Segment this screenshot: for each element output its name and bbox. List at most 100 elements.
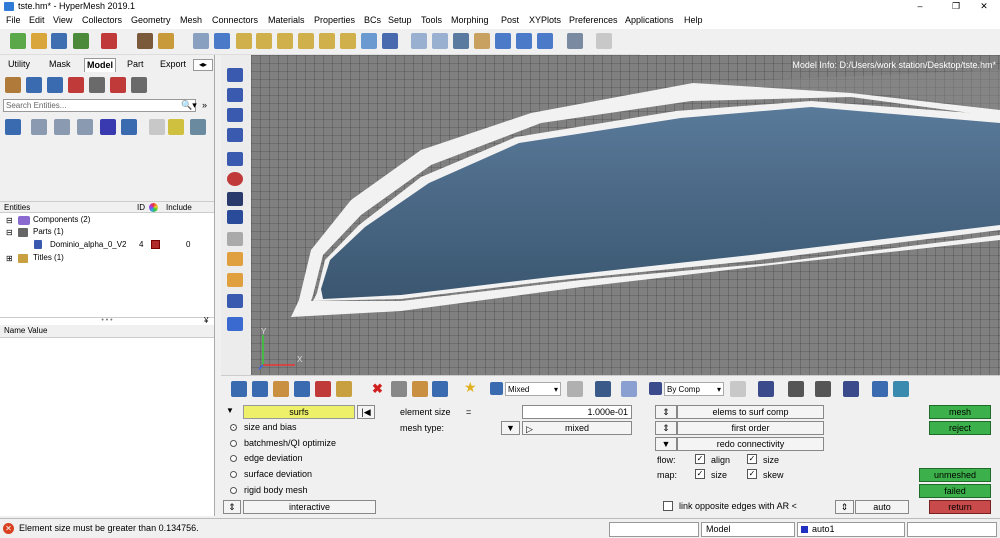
vtool-1-icon[interactable] [227, 68, 243, 82]
tab-part[interactable]: Part [125, 58, 146, 72]
session-icon[interactable] [158, 33, 174, 49]
vtool-9-icon[interactable] [227, 317, 243, 331]
open-model-icon[interactable] [31, 33, 47, 49]
import-icon[interactable] [73, 33, 89, 49]
menu-morphing[interactable]: Morphing [451, 15, 489, 25]
view-iso-icon[interactable] [236, 33, 252, 49]
bt-1-icon[interactable] [231, 381, 247, 397]
graphics-canvas[interactable]: Model Info: D:/Users/work station/Deskto… [251, 55, 1000, 375]
menu-properties[interactable]: Properties [314, 15, 355, 25]
elems-toggle-icon[interactable]: ⇕ [655, 405, 677, 419]
menu-applications[interactable]: Applications [625, 15, 674, 25]
bt-4-icon[interactable] [294, 381, 310, 397]
menu-xyplots[interactable]: XYPlots [529, 15, 561, 25]
menu-post[interactable]: Post [501, 15, 519, 25]
bt-16-icon[interactable] [815, 381, 831, 397]
first-order-button[interactable]: first order [677, 421, 824, 435]
splitter-handle[interactable]: • • • [0, 317, 214, 325]
menu-bcs[interactable]: BCs [364, 15, 381, 25]
browser-icon-1[interactable] [5, 77, 21, 93]
vtool-8-icon[interactable] [227, 294, 243, 308]
tab-model[interactable]: Model [84, 58, 116, 72]
order-toggle-icon[interactable]: ⇕ [655, 421, 677, 435]
reject-button[interactable]: reject [929, 421, 991, 435]
ar-toggle-icon[interactable]: ⇕ [835, 500, 854, 514]
display-mode-select[interactable]: Mixed ▾ [505, 382, 561, 396]
reset-selection-icon[interactable]: |◀ [357, 405, 375, 419]
map-size-checkbox[interactable]: ✓ [695, 469, 705, 479]
part-color-swatch[interactable] [151, 240, 160, 249]
filter-icon-3[interactable] [54, 119, 70, 135]
vtool-5-icon[interactable] [227, 152, 243, 166]
bt-3-icon[interactable] [273, 381, 289, 397]
bt-15-icon[interactable] [788, 381, 804, 397]
new-model-icon[interactable] [10, 33, 26, 49]
tree-components[interactable]: Components (2) [33, 215, 90, 224]
vtool-abc-2-icon[interactable] [227, 273, 243, 287]
search-entities-input[interactable]: Search Entities... [3, 99, 196, 112]
menu-connectors[interactable]: Connectors [212, 15, 258, 25]
menu-file[interactable]: File [6, 15, 21, 25]
view-top-icon[interactable] [256, 33, 272, 49]
tree-header-id[interactable]: ID [137, 203, 145, 212]
tree-header-include[interactable]: Include [166, 203, 192, 212]
menu-collectors[interactable]: Collectors [82, 15, 122, 25]
bt-6-icon[interactable] [336, 381, 352, 397]
map-skew-checkbox[interactable]: ✓ [747, 469, 757, 479]
rotate-horizontal-icon[interactable] [495, 33, 511, 49]
radio-surface-deviation[interactable] [230, 471, 237, 478]
splitter-collapse-icon[interactable]: ¥ [204, 316, 208, 325]
save-model-icon[interactable] [51, 33, 67, 49]
filter-icon-4[interactable] [77, 119, 93, 135]
bt-17-icon[interactable] [843, 381, 859, 397]
filter-icon-5[interactable] [100, 119, 116, 135]
vtool-target-icon[interactable] [227, 172, 243, 186]
star-icon[interactable]: ★ [464, 379, 477, 396]
view-fit-icon[interactable] [382, 33, 398, 49]
radio-size-bias[interactable] [230, 424, 237, 431]
element-size-input[interactable]: 1.000e-01 [522, 405, 632, 419]
bt-8-icon[interactable] [412, 381, 428, 397]
menu-edit[interactable]: Edit [29, 15, 45, 25]
view-front-icon[interactable] [340, 33, 356, 49]
tree-expand-icon[interactable]: ⊟ [6, 216, 13, 225]
filter-icon-8[interactable] [168, 119, 184, 135]
tree-expand-icon[interactable]: ⊞ [6, 254, 13, 263]
filter-icon-2[interactable] [31, 119, 47, 135]
export-icon[interactable] [101, 33, 117, 49]
flow-size-checkbox[interactable]: ✓ [747, 454, 757, 464]
mesh-type-dropdown-icon[interactable]: ▼ [501, 421, 520, 435]
bt-10-icon[interactable] [567, 381, 583, 397]
tab-mask[interactable]: Mask [47, 58, 73, 72]
status-component[interactable]: auto1 [797, 522, 905, 537]
maximize-button[interactable]: ❐ [942, 0, 970, 12]
bt-19-icon[interactable] [893, 381, 909, 397]
minimize-button[interactable]: – [906, 0, 934, 12]
tab-scroll-arrows[interactable]: ◂▸ [193, 59, 213, 71]
mesh-button[interactable]: mesh [929, 405, 991, 419]
color-mode-select[interactable]: By Comp ▾ [664, 382, 724, 396]
redo-icon[interactable] [596, 33, 612, 49]
browser-icon-4[interactable] [68, 77, 84, 93]
collapse-icon[interactable]: » [202, 100, 207, 110]
flow-align-checkbox[interactable]: ✓ [695, 454, 705, 464]
menu-view[interactable]: View [53, 15, 72, 25]
tab-export[interactable]: Export [158, 58, 188, 72]
zoom-in-out-icon[interactable] [432, 33, 448, 49]
tree-parts[interactable]: Parts (1) [33, 227, 64, 236]
filter-icon-1[interactable] [5, 119, 21, 135]
vtool-3-icon[interactable] [227, 108, 243, 122]
zoom-icon[interactable] [193, 33, 209, 49]
bt-11-icon[interactable] [595, 381, 611, 397]
browser-icon-6[interactable] [110, 77, 126, 93]
vtool-4-icon[interactable] [227, 128, 243, 142]
bt-2-icon[interactable] [252, 381, 268, 397]
bt-14-icon[interactable] [758, 381, 774, 397]
hand-icon[interactable] [474, 33, 490, 49]
tree-part-item[interactable]: Dominio_alpha_0_V2 [50, 240, 127, 249]
mesh-view[interactable] [251, 55, 1000, 375]
vtool-2-icon[interactable] [227, 88, 243, 102]
radio-edge-deviation[interactable] [230, 455, 237, 462]
pan-icon[interactable] [453, 33, 469, 49]
bt-13-icon[interactable] [730, 381, 746, 397]
